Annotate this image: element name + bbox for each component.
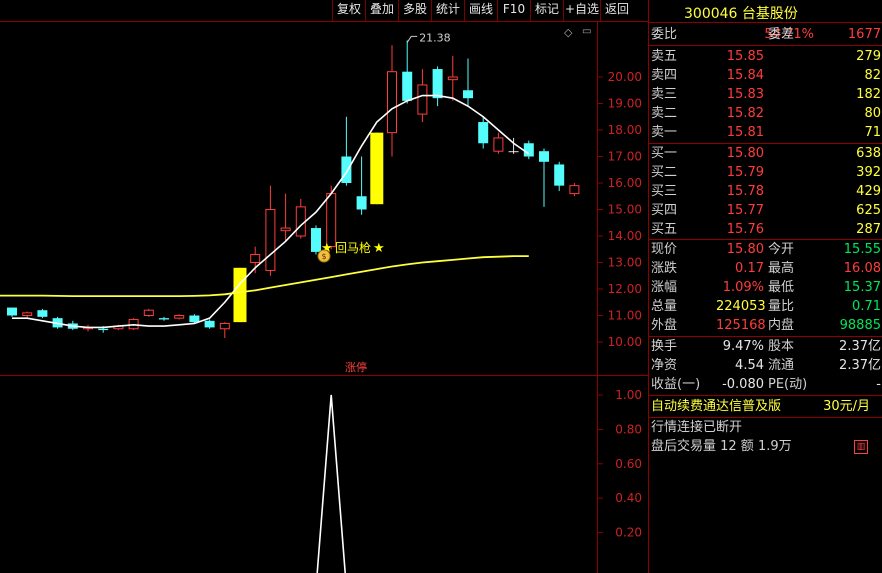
candle-body [417, 84, 428, 115]
promo-row: 自动续费通达信普及版 30元/月 [651, 399, 870, 414]
candle-body [204, 320, 215, 328]
ask-row: 卖二 15.82 80 [651, 106, 881, 121]
toolbar-button-1[interactable]: 叠加 [365, 0, 398, 21]
ind-tick-label: 0.20 [615, 526, 642, 540]
candle-body [189, 315, 200, 323]
candle-body [174, 315, 185, 319]
fin-row: 收益(一) -0.080 PE(动) - [651, 377, 881, 392]
stock-title: 300046 台基股份 [684, 6, 798, 22]
candle-body [387, 71, 397, 134]
ask-row: 卖五 15.85 279 [651, 49, 881, 64]
stat-row: 涨跌 0.17 最高 16.08 [651, 261, 881, 276]
candle-body [539, 151, 549, 162]
candle-body [37, 310, 48, 317]
signal-label: 回马枪 [335, 240, 371, 255]
panel-separator [649, 45, 882, 46]
indicator-name: 涨停 [345, 360, 367, 374]
ask-row: 卖三 15.83 182 [651, 87, 881, 102]
bid-row: 买二 15.79 392 [651, 165, 881, 180]
candle-body [508, 151, 519, 153]
candle-body [143, 309, 154, 317]
candle-body [569, 185, 580, 195]
weibi-row: 委比 54.71% 委差 1677 [651, 27, 881, 42]
toolbar-button-2[interactable]: 多股 [398, 0, 431, 21]
candle-body [554, 164, 565, 186]
price-tick-label: 13.00 [608, 256, 642, 270]
price-tick-label: 16.00 [608, 176, 642, 190]
candle-body [447, 76, 458, 81]
fin-row: 净资 4.54 流通 2.37亿 [651, 358, 881, 373]
price-tick-label: 10.00 [608, 335, 642, 349]
bid-row: 买五 15.76 287 [651, 222, 881, 237]
stat-row: 总量 224053 量比 0.71 [651, 299, 881, 314]
ind-tick-label: 0.40 [615, 491, 642, 505]
candle-body [356, 196, 367, 210]
ind-tick-label: 0.80 [615, 422, 642, 436]
candle-body [265, 209, 276, 271]
price-tick-label: 20.00 [608, 70, 642, 84]
candle-body [463, 90, 473, 99]
price-tick-label: 12.00 [608, 282, 642, 296]
stat-row: 涨幅 1.09% 最低 15.37 [651, 280, 881, 295]
toolbar-button-4[interactable]: 画线 [464, 0, 497, 21]
ask-row: 卖四 15.84 82 [651, 68, 881, 83]
candle-body [295, 206, 306, 237]
toolbar-button-6[interactable]: 标记 [530, 0, 563, 21]
toolbar-button-5[interactable]: F10 [497, 0, 530, 21]
after-hours-row: 盘后交易量 12 额 1.9万 ▥ [650, 437, 882, 457]
ind-tick-label: 0.60 [615, 457, 642, 471]
candle-body [432, 69, 443, 99]
price-tick-label: 15.00 [608, 203, 642, 217]
high-price-label: 21.38 [419, 31, 451, 44]
fin-row: 换手 9.47% 股本 2.37亿 [651, 339, 881, 354]
bid-row: 买四 15.77 625 [651, 203, 881, 218]
diamond-icon[interactable]: ◇ [564, 26, 572, 39]
status-row: 行情连接已断开 [651, 420, 743, 435]
candle-body [370, 132, 384, 205]
candle-body [341, 156, 352, 183]
candle-body [478, 122, 489, 144]
stat-row: 外盘 125168 内盘 98885 [651, 318, 881, 333]
price-tick-label: 14.00 [608, 229, 642, 243]
bid-row: 买一 15.80 638 [651, 146, 881, 161]
signal-star-right: ★ [373, 241, 385, 256]
ind-tick-label: 1.00 [615, 388, 642, 402]
signal-coin-text: $ [321, 252, 326, 261]
panel-separator [649, 395, 882, 396]
toolbar-button-3[interactable]: 统计 [431, 0, 464, 21]
candle-body [233, 267, 247, 323]
candle-body [98, 328, 109, 331]
toolbar-button-8[interactable]: 返回 [600, 0, 633, 21]
toolbar-button-0[interactable]: 复权 [332, 0, 365, 21]
candle-body [22, 312, 33, 317]
candle-body [250, 254, 261, 264]
ask-row: 卖一 15.81 71 [651, 125, 881, 140]
candle-body [326, 193, 337, 248]
candle-body [219, 322, 230, 330]
candle-body [280, 227, 291, 232]
candle-body [402, 71, 413, 101]
price-tick-label: 19.00 [608, 97, 642, 111]
price-tick-label: 18.00 [608, 123, 642, 137]
candle-body [159, 318, 169, 320]
stat-row: 现价 15.80 今开 15.55 [651, 242, 881, 257]
stock-terminal: 20.00 19.00 18.00 17.00 16.00 15.00 14.00 13.00… [0, 0, 882, 573]
bid-row: 买三 15.78 429 [651, 184, 881, 199]
window-toggle-icon[interactable]: ▭ [582, 26, 591, 37]
panel-separator [649, 22, 882, 23]
candle-body [523, 143, 534, 157]
candle-body [7, 307, 17, 316]
price-tick-label: 17.00 [608, 150, 642, 164]
candle-body [493, 137, 504, 152]
price-tick-label: 11.00 [608, 309, 642, 323]
toolbar-button-7[interactable]: +自选 [563, 0, 600, 21]
candle-body [311, 228, 321, 252]
